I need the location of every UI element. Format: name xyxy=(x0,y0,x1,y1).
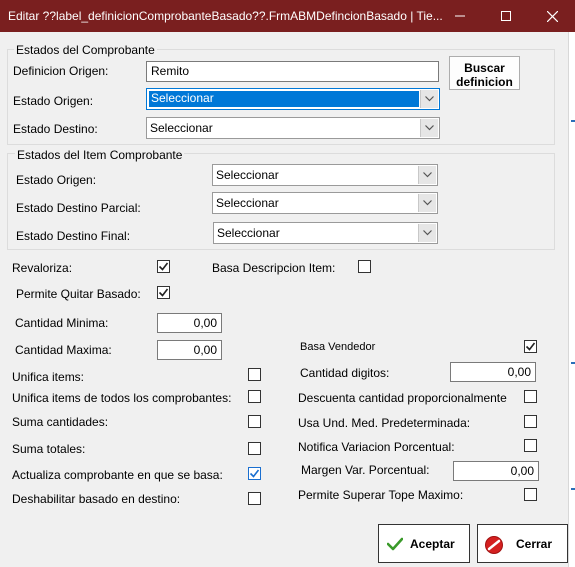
title-bar: Editar ??label_definicionComprobanteBasa… xyxy=(0,0,575,32)
edge-marker xyxy=(571,120,575,122)
close-button[interactable] xyxy=(529,0,575,32)
chevron-down-icon xyxy=(418,194,436,212)
revaloriza-label: Revaloriza: xyxy=(12,261,73,275)
usa-und-med-checkbox[interactable] xyxy=(524,415,537,428)
buscar-definicion-line2: definicion xyxy=(456,75,513,89)
unifica-items-checkbox[interactable] xyxy=(248,368,261,381)
cantidad-maxima-label: Cantidad Maxima: xyxy=(15,343,112,357)
suma-cantidades-label: Suma cantidades: xyxy=(12,415,109,429)
edge-marker xyxy=(571,488,575,490)
chevron-down-icon xyxy=(420,119,438,137)
unifica-items-todos-checkbox[interactable] xyxy=(248,390,261,403)
estado-origen-select[interactable]: Seleccionar xyxy=(146,88,440,110)
deshabilitar-basado-label: Deshabilitar basado en destino: xyxy=(12,492,181,506)
item-estado-origen-label: Estado Origen: xyxy=(16,173,97,187)
revaloriza-checkbox[interactable] xyxy=(157,260,170,273)
estado-origen-label: Estado Origen: xyxy=(13,94,94,108)
basa-vendedor-checkbox[interactable] xyxy=(524,340,537,353)
cerrar-button[interactable]: Cerrar xyxy=(477,524,568,563)
checkmark-icon xyxy=(249,469,260,478)
estado-destino-select[interactable]: Seleccionar xyxy=(146,117,440,139)
maximize-icon xyxy=(501,11,511,21)
chevron-down-icon xyxy=(418,166,436,184)
usa-und-med-label: Usa Und. Med. Predeterminada: xyxy=(298,416,471,430)
minimize-button[interactable] xyxy=(437,0,483,32)
permite-quitar-basado-checkbox[interactable] xyxy=(157,286,170,299)
descuenta-cantidad-checkbox[interactable] xyxy=(524,390,537,403)
item-estado-destino-parcial-value: Seleccionar xyxy=(216,196,279,210)
no-entry-icon xyxy=(484,535,504,558)
descuenta-cantidad-label: Descuenta cantidad proporcionalmente xyxy=(298,391,507,405)
aceptar-label: Aceptar xyxy=(410,537,455,551)
unifica-items-label: Unifica items: xyxy=(12,370,85,384)
item-estado-destino-parcial-select[interactable]: Seleccionar xyxy=(212,192,438,214)
buscar-definicion-button[interactable]: Buscar definicion xyxy=(449,56,520,90)
checkmark-icon xyxy=(525,342,536,351)
estado-destino-label: Estado Destino: xyxy=(13,122,98,136)
minimize-icon xyxy=(455,15,465,17)
buscar-definicion-line1: Buscar xyxy=(464,61,505,75)
edge-marker xyxy=(571,362,575,364)
deshabilitar-basado-checkbox[interactable] xyxy=(248,492,261,505)
suma-totales-label: Suma totales: xyxy=(12,442,86,456)
close-icon xyxy=(546,10,558,22)
actualiza-comprobante-checkbox[interactable] xyxy=(248,467,261,480)
group-estados-comprobante-legend: Estados del Comprobante xyxy=(14,43,157,57)
window-title: Editar ??label_definicionComprobanteBasa… xyxy=(8,9,443,23)
item-estado-destino-final-value: Seleccionar xyxy=(217,226,280,240)
permite-superar-tope-checkbox[interactable] xyxy=(524,488,537,501)
background-window-edge xyxy=(568,32,575,567)
cerrar-label: Cerrar xyxy=(516,537,553,551)
item-estado-origen-value: Seleccionar xyxy=(216,168,279,182)
cantidad-digitos-field[interactable]: 0,00 xyxy=(450,362,536,382)
notifica-variacion-label: Notifica Variacion Porcentual: xyxy=(298,440,455,454)
estado-origen-value: Seleccionar xyxy=(149,91,419,107)
form-body: Estados del Comprobante Definicion Orige… xyxy=(0,32,568,567)
basa-descripcion-item-checkbox[interactable] xyxy=(358,260,371,273)
chevron-down-icon xyxy=(420,90,438,108)
permite-quitar-basado-label: Permite Quitar Basado: xyxy=(16,287,141,301)
check-icon xyxy=(386,537,404,554)
basa-vendedor-label: Basa Vendedor xyxy=(300,341,376,353)
group-estados-item-legend: Estados del Item Comprobante xyxy=(15,148,185,162)
item-estado-origen-select[interactable]: Seleccionar xyxy=(212,164,438,186)
maximize-button[interactable] xyxy=(483,0,529,32)
permite-superar-tope-label: Permite Superar Tope Maximo: xyxy=(298,488,464,502)
actualiza-comprobante-label: Actualiza comprobante en que se basa: xyxy=(12,468,223,482)
item-estado-destino-final-label: Estado Destino Final: xyxy=(16,229,131,243)
cantidad-maxima-field[interactable]: 0,00 xyxy=(157,340,222,360)
definicion-origen-field[interactable]: Remito xyxy=(146,61,439,82)
aceptar-button[interactable]: Aceptar xyxy=(378,524,470,563)
definicion-origen-label: Definicion Origen: xyxy=(13,64,109,78)
item-estado-destino-parcial-label: Estado Destino Parcial: xyxy=(16,201,141,215)
unifica-items-todos-label: Unifica items de todos los comprobantes: xyxy=(12,391,232,405)
margen-var-porcentual-field[interactable]: 0,00 xyxy=(453,461,539,481)
checkmark-icon xyxy=(158,288,169,297)
suma-cantidades-checkbox[interactable] xyxy=(248,415,261,428)
margen-var-porcentual-label: Margen Var. Porcentual: xyxy=(301,463,430,477)
item-estado-destino-final-select[interactable]: Seleccionar xyxy=(213,222,438,244)
cantidad-digitos-label: Cantidad digitos: xyxy=(300,366,390,380)
basa-descripcion-item-label: Basa Descripcion Item: xyxy=(212,261,336,275)
chevron-down-icon xyxy=(418,224,436,242)
suma-totales-checkbox[interactable] xyxy=(248,442,261,455)
cantidad-minima-label: Cantidad Minima: xyxy=(15,316,109,330)
notifica-variacion-checkbox[interactable] xyxy=(524,439,537,452)
cantidad-minima-field[interactable]: 0,00 xyxy=(157,313,222,333)
checkmark-icon xyxy=(158,262,169,271)
estado-destino-value: Seleccionar xyxy=(150,121,213,135)
